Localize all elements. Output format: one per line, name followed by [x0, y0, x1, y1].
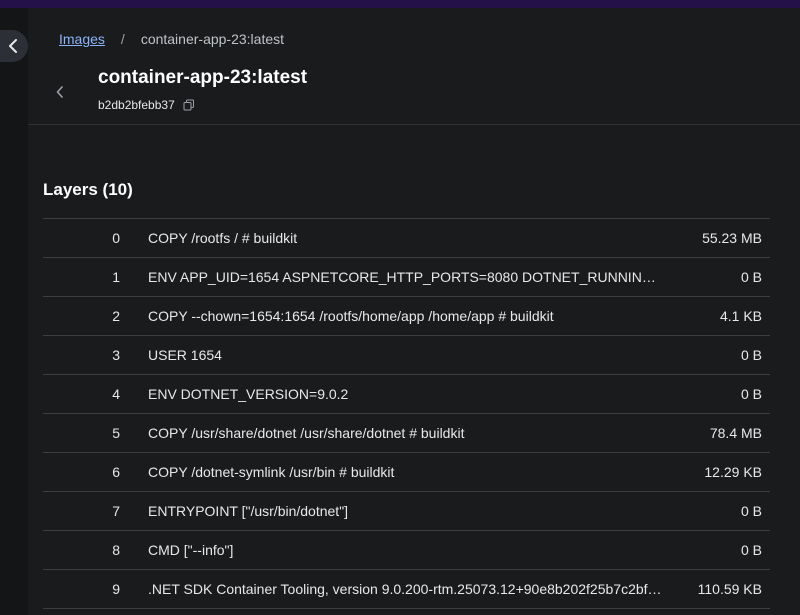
- breadcrumb-current: container-app-23:latest: [140, 31, 285, 47]
- layer-size: 0 B: [740, 347, 762, 363]
- copy-id-button[interactable]: [183, 99, 195, 111]
- layer-index: 9: [112, 581, 120, 597]
- layer-command: ENTRYPOINT ["/usr/bin/dotnet"]: [148, 503, 349, 519]
- layer-index: 0: [112, 230, 120, 246]
- table-row[interactable]: 8 CMD ["--info"] 0 B: [43, 531, 770, 570]
- layer-command: COPY --chown=1654:1654 /rootfs/home/app …: [148, 308, 554, 324]
- layers-table: 0 COPY /rootfs / # buildkit 55.23 MB 1 E…: [43, 218, 770, 609]
- breadcrumb-separator: /: [120, 31, 125, 47]
- header-divider: [28, 124, 800, 125]
- table-row[interactable]: 5 COPY /usr/share/dotnet /usr/share/dotn…: [43, 414, 770, 453]
- table-row[interactable]: 4 ENV DOTNET_VERSION=9.0.2 0 B: [43, 375, 770, 414]
- layer-index: 7: [112, 503, 120, 519]
- layer-command: COPY /usr/share/dotnet /usr/share/dotnet…: [148, 425, 465, 441]
- table-row[interactable]: 2 COPY --chown=1654:1654 /rootfs/home/ap…: [43, 297, 770, 336]
- layer-command: .NET SDK Container Tooling, version 9.0.…: [148, 581, 662, 597]
- layer-index: 1: [112, 269, 120, 285]
- breadcrumb: Images / container-app-23:latest: [59, 31, 284, 47]
- left-sidebar-strip: [0, 8, 28, 615]
- layer-size: 78.4 MB: [709, 425, 762, 441]
- table-row[interactable]: 0 COPY /rootfs / # buildkit 55.23 MB: [43, 219, 770, 258]
- top-accent-bar: [0, 0, 800, 8]
- image-id: b2db2bfebb37: [98, 98, 175, 112]
- layer-command: ENV DOTNET_VERSION=9.0.2: [148, 386, 349, 402]
- layer-command: CMD ["--info"]: [148, 542, 234, 558]
- image-id-row: b2db2bfebb37: [98, 98, 195, 112]
- copy-icon: [183, 99, 194, 111]
- layers-section-title: Layers (10): [43, 180, 133, 199]
- table-row[interactable]: 6 COPY /dotnet-symlink /usr/bin # buildk…: [43, 453, 770, 492]
- main-content: Images / container-app-23:latest contain…: [28, 8, 800, 615]
- table-row[interactable]: 3 USER 1654 0 B: [43, 336, 770, 375]
- table-row[interactable]: 7 ENTRYPOINT ["/usr/bin/dotnet"] 0 B: [43, 492, 770, 531]
- layer-size: 0 B: [740, 269, 762, 285]
- chevron-left-icon: [9, 39, 17, 53]
- layer-command: COPY /rootfs / # buildkit: [148, 230, 298, 246]
- layer-size: 12.29 KB: [704, 464, 762, 480]
- layer-index: 8: [112, 542, 120, 558]
- layer-size: 0 B: [740, 542, 762, 558]
- layer-index: 4: [112, 386, 120, 402]
- page-title: container-app-23:latest: [98, 67, 308, 88]
- layer-command: ENV APP_UID=1654 ASPNETCORE_HTTP_PORTS=8…: [148, 269, 666, 285]
- layer-index: 3: [112, 347, 120, 363]
- table-row[interactable]: 9 .NET SDK Container Tooling, version 9.…: [43, 570, 770, 609]
- layer-size: 0 B: [740, 503, 762, 519]
- back-button[interactable]: [52, 82, 68, 102]
- chevron-left-icon: [56, 86, 63, 98]
- layer-command: USER 1654: [148, 347, 222, 363]
- layer-size: 55.23 MB: [702, 230, 762, 246]
- layer-index: 5: [112, 425, 120, 441]
- table-row[interactable]: 1 ENV APP_UID=1654 ASPNETCORE_HTTP_PORTS…: [43, 258, 770, 297]
- layer-command: COPY /dotnet-symlink /usr/bin # buildkit: [148, 464, 395, 480]
- layer-index: 2: [112, 308, 120, 324]
- layer-size: 4.1 KB: [719, 308, 762, 324]
- breadcrumb-images-link[interactable]: Images: [59, 31, 105, 47]
- layer-size: 110.59 KB: [697, 581, 762, 597]
- layer-size: 0 B: [740, 386, 762, 402]
- layer-index: 6: [112, 464, 120, 480]
